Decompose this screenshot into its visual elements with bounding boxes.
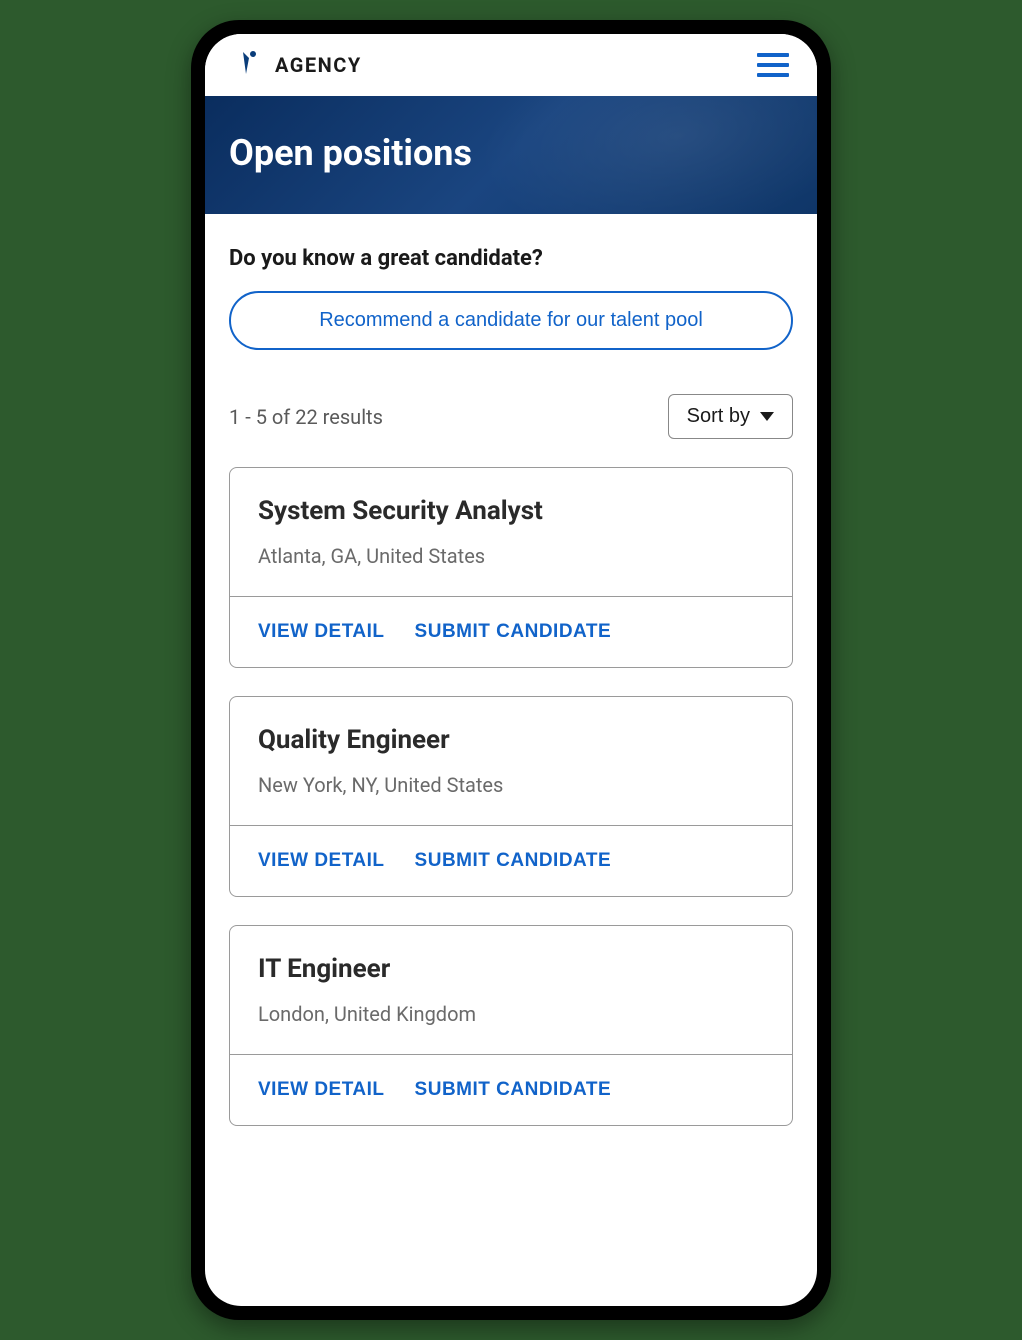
header-left: AGENCY [229,48,362,82]
job-location: London, United Kingdom [258,1002,764,1026]
job-card-body: System Security Analyst Atlanta, GA, Uni… [230,468,792,596]
results-bar: 1 - 5 of 22 results Sort by [229,394,793,439]
sort-by-label: Sort by [687,405,750,428]
job-card-body: Quality Engineer New York, NY, United St… [230,697,792,825]
phone-screen: AGENCY Open positions Do you know a grea… [205,34,817,1306]
recommend-candidate-button[interactable]: Recommend a candidate for our talent poo… [229,291,793,350]
job-location: Atlanta, GA, United States [258,544,764,568]
brand-name: AGENCY [275,53,362,77]
results-count: 1 - 5 of 22 results [229,405,383,429]
job-title: System Security Analyst [258,496,764,526]
hero-banner: Open positions [205,96,817,214]
sort-by-button[interactable]: Sort by [668,394,793,439]
prompt-heading: Do you know a great candidate? [229,246,793,271]
view-detail-button[interactable]: VIEW DETAIL [258,1079,385,1101]
main-content: Do you know a great candidate? Recommend… [205,214,817,1306]
job-card-body: IT Engineer London, United Kingdom [230,926,792,1054]
job-card-actions: VIEW DETAIL SUBMIT CANDIDATE [230,1054,792,1125]
submit-candidate-button[interactable]: SUBMIT CANDIDATE [415,621,612,643]
caret-down-icon [760,412,774,421]
view-detail-button[interactable]: VIEW DETAIL [258,621,385,643]
menu-icon[interactable] [753,49,793,81]
job-card: IT Engineer London, United Kingdom VIEW … [229,925,793,1126]
brand-logo-icon [229,48,263,82]
view-detail-button[interactable]: VIEW DETAIL [258,850,385,872]
job-card-actions: VIEW DETAIL SUBMIT CANDIDATE [230,596,792,667]
job-card: System Security Analyst Atlanta, GA, Uni… [229,467,793,668]
job-location: New York, NY, United States [258,773,764,797]
job-card: Quality Engineer New York, NY, United St… [229,696,793,897]
submit-candidate-button[interactable]: SUBMIT CANDIDATE [415,1079,612,1101]
submit-candidate-button[interactable]: SUBMIT CANDIDATE [415,850,612,872]
phone-frame: AGENCY Open positions Do you know a grea… [191,20,831,1320]
page-title: Open positions [229,132,793,174]
job-title: Quality Engineer [258,725,764,755]
job-title: IT Engineer [258,954,764,984]
app-header: AGENCY [205,34,817,96]
job-card-actions: VIEW DETAIL SUBMIT CANDIDATE [230,825,792,896]
